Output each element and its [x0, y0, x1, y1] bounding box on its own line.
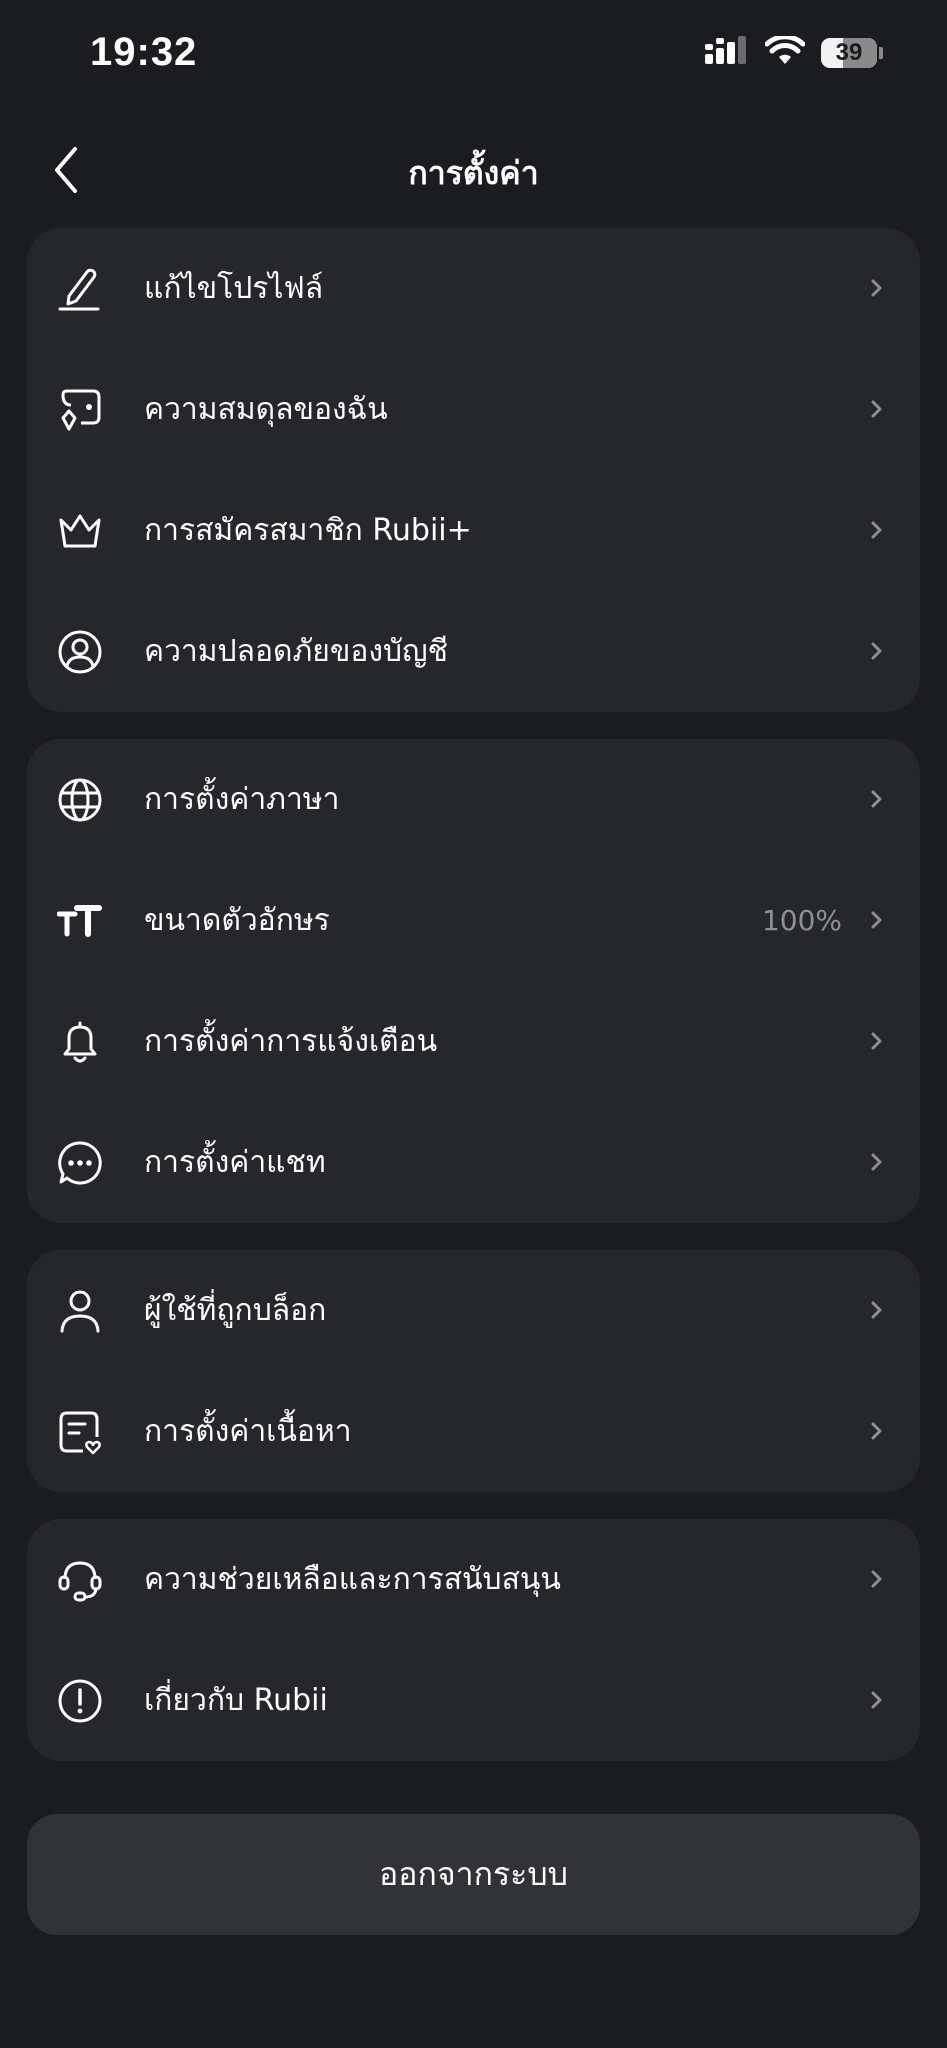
settings-item-label: ความสมดุลของฉัน [144, 392, 388, 427]
settings-item-label: ความช่วยเหลือและการสนับสนุน [144, 1562, 561, 1597]
settings-item-content-settings[interactable]: การตั้งค่าเนื้อหา [27, 1371, 920, 1492]
logout-label: ออกจากระบบ [379, 1855, 568, 1893]
settings-item-label: การตั้งค่าการแจ้งเตือน [144, 1024, 438, 1059]
chevron-right-icon [870, 399, 884, 419]
text-size-icon [56, 898, 103, 944]
settings-item-rubii-plus-subscription[interactable]: การสมัครสมาชิก Rubii+ [27, 470, 920, 591]
settings-item-help-support[interactable]: ความช่วยเหลือและการสนับสนุน [27, 1519, 920, 1640]
edit-pencil-icon [57, 266, 103, 312]
chevron-right-icon [870, 789, 884, 809]
chevron-right-icon [870, 520, 884, 540]
settings-group-account: แก้ไขโปรไฟล์ ความสมดุลของฉัน การสมัครสมา… [27, 228, 920, 712]
font-size-value: 100% [761, 904, 842, 937]
chevron-right-icon [870, 1031, 884, 1051]
status-bar: 19:32 39 [0, 0, 947, 110]
settings-item-edit-profile[interactable]: แก้ไขโปรไฟล์ [27, 228, 920, 349]
page-title: การตั้งค่า [408, 154, 539, 192]
chevron-right-icon [870, 1690, 884, 1710]
chevron-right-icon [870, 910, 884, 930]
settings-item-label: การตั้งค่าแชท [144, 1145, 326, 1180]
settings-item-my-balance[interactable]: ความสมดุลของฉัน [27, 349, 920, 470]
bell-icon [57, 1019, 103, 1065]
battery-level-text: 39 [835, 39, 863, 66]
info-exclamation-icon [57, 1678, 103, 1724]
chevron-right-icon [870, 278, 884, 298]
chevron-right-icon [870, 1152, 884, 1172]
chevron-right-icon [870, 641, 884, 661]
logout-button[interactable]: ออกจากระบบ [27, 1814, 920, 1935]
settings-item-language-settings[interactable]: การตั้งค่าภาษา [27, 739, 920, 860]
battery-body: 39 [821, 38, 877, 68]
settings-group-preferences: การตั้งค่าภาษา ขนาดตัวอักษร 100% การตั้ง… [27, 739, 920, 1223]
settings-item-label: แก้ไขโปรไฟล์ [144, 271, 324, 306]
settings-item-label: การสมัครสมาชิก Rubii+ [144, 513, 472, 548]
battery-tip [879, 47, 883, 59]
status-time: 19:32 [90, 30, 198, 74]
settings-item-chat-settings[interactable]: การตั้งค่าแชท [27, 1102, 920, 1223]
settings-item-label: ความปลอดภัยของบัญชี [144, 634, 448, 669]
settings-item-font-size[interactable]: ขนาดตัวอักษร 100% [27, 860, 920, 981]
chevron-right-icon [870, 1569, 884, 1589]
signal-icon [705, 36, 749, 70]
settings-item-label: การตั้งค่าเนื้อหา [144, 1414, 352, 1449]
globe-icon [57, 777, 103, 823]
settings-item-notification-settings[interactable]: การตั้งค่าการแจ้งเตือน [27, 981, 920, 1102]
wallet-diamond-icon [57, 387, 103, 433]
nav-bar: การตั้งค่า [0, 120, 947, 220]
crown-icon [57, 508, 103, 554]
chat-bubble-icon [57, 1140, 103, 1186]
wifi-icon [764, 34, 806, 70]
settings-item-label: การตั้งค่าภาษา [144, 782, 340, 817]
settings-item-label: ผู้ใช้ที่ถูกบล็อก [144, 1293, 327, 1328]
user-circle-icon [57, 629, 103, 675]
chevron-right-icon [870, 1300, 884, 1320]
settings-item-about-rubii[interactable]: เกี่ยวกับ Rubii [27, 1640, 920, 1761]
settings-item-label: ขนาดตัวอักษร [144, 903, 330, 938]
user-icon [57, 1288, 103, 1334]
battery-icon: 39 [821, 38, 883, 68]
document-heart-icon [57, 1409, 103, 1455]
settings-group-privacy: ผู้ใช้ที่ถูกบล็อก การตั้งค่าเนื้อหา [27, 1250, 920, 1492]
settings-item-blocked-users[interactable]: ผู้ใช้ที่ถูกบล็อก [27, 1250, 920, 1371]
status-icons: 39 [705, 34, 883, 70]
settings-item-account-security[interactable]: ความปลอดภัยของบัญชี [27, 591, 920, 712]
settings-group-support: ความช่วยเหลือและการสนับสนุน เกี่ยวกับ Ru… [27, 1519, 920, 1761]
headset-icon [57, 1557, 103, 1603]
chevron-right-icon [870, 1421, 884, 1441]
settings-item-label: เกี่ยวกับ Rubii [144, 1683, 328, 1718]
